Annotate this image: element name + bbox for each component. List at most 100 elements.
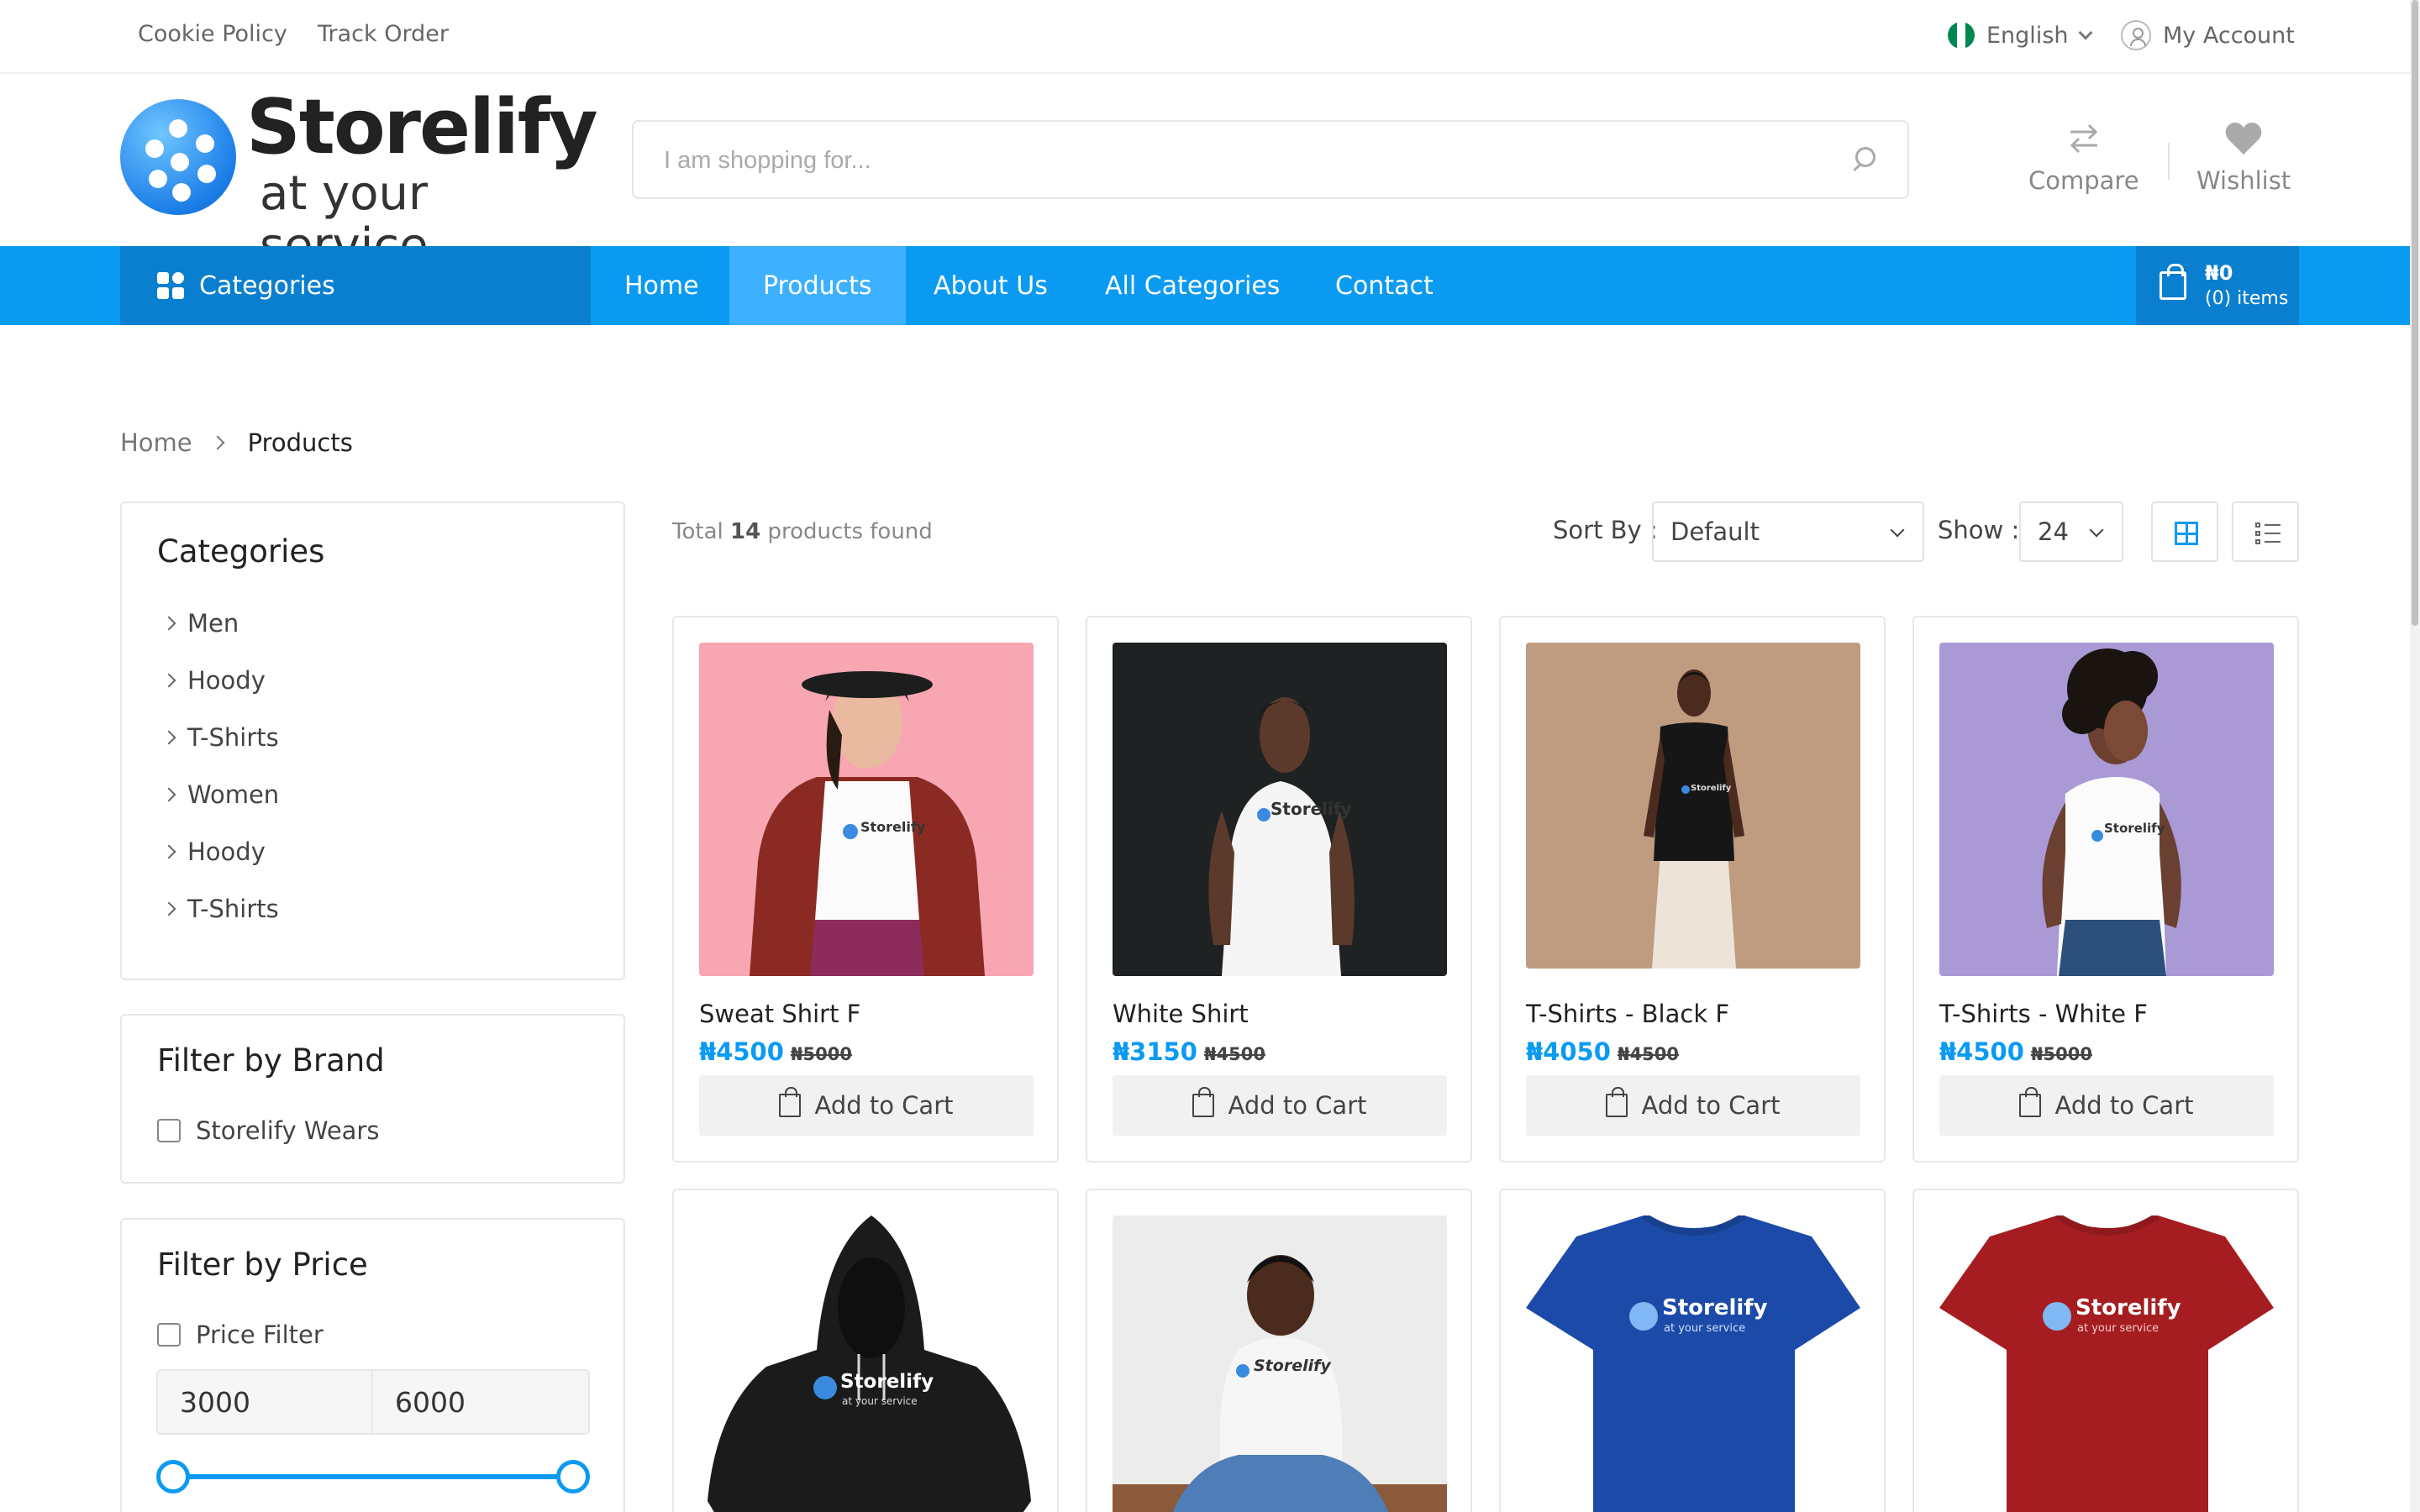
compare-button[interactable]: Compare <box>2028 118 2139 195</box>
categories-menu-label: Categories <box>199 270 335 301</box>
products-found-count: 14 <box>730 519 761 544</box>
product-image-brand: Storelify <box>1691 784 1732 793</box>
product-name[interactable]: T-Shirts - Black F <box>1526 1000 1729 1028</box>
product-image-brand: Storelify <box>840 1371 934 1393</box>
brand-label: Storelify Wears <box>196 1116 380 1145</box>
compare-label: Compare <box>2028 166 2139 195</box>
nav-contact[interactable]: Contact <box>1302 246 1467 325</box>
list-view-button[interactable] <box>2232 501 2299 562</box>
product-card[interactable]: Storelify White Shirt ₦3150 ₦4500 Add to … <box>1086 616 1472 1163</box>
brand-checkbox[interactable] <box>157 1119 181 1142</box>
nigeria-flag-icon <box>1948 22 1975 49</box>
product-image[interactable]: Storelify <box>1113 1215 1447 1512</box>
product-old-price: ₦5000 <box>2030 1044 2092 1064</box>
product-image[interactable]: Storelify <box>1526 643 1860 969</box>
price-min-input[interactable]: 3000 <box>156 1369 373 1435</box>
shopping-bag-icon <box>779 1087 802 1117</box>
logo-title: Storelify <box>246 83 598 171</box>
list-view-icon <box>2255 522 2281 544</box>
show-count-select[interactable]: 24 <box>2019 501 2123 562</box>
wishlist-label: Wishlist <box>2196 166 2291 195</box>
product-card[interactable]: Storelify T-Shirts - White F ₦4500 ₦5000 … <box>1912 616 2299 1163</box>
product-old-price: ₦4500 <box>1617 1044 1679 1064</box>
product-image[interactable]: Storelify at your service <box>1939 1215 2274 1512</box>
product-image-brand: Storelify <box>2075 1295 2181 1320</box>
product-card[interactable]: Storelify at your service <box>1912 1189 2299 1512</box>
cookie-policy-link[interactable]: Cookie Policy <box>138 21 287 47</box>
product-image[interactable]: Storelify <box>699 643 1034 976</box>
price-slider-track[interactable] <box>172 1474 574 1479</box>
category-item-t-shirts[interactable]: T-Shirts <box>164 723 279 752</box>
chevron-right-icon <box>210 435 225 450</box>
scrollbar-thumb[interactable] <box>2412 0 2418 626</box>
add-to-cart-button[interactable]: Add to Cart <box>1526 1075 1860 1136</box>
add-to-cart-button[interactable]: Add to Cart <box>1113 1075 1447 1136</box>
grid-view-icon <box>2175 522 2198 545</box>
price-filter-label: Price Filter <box>196 1320 324 1349</box>
product-image-tagline: at your service <box>842 1395 918 1407</box>
product-image[interactable]: Storelify at your service <box>1526 1215 1860 1512</box>
cart-total: ₦0 <box>2205 261 2233 285</box>
header-divider <box>2168 143 2170 180</box>
language-selector[interactable]: English <box>1948 18 2092 52</box>
page-scrollbar[interactable] <box>2410 0 2420 1512</box>
category-item-hoody-women[interactable]: Hoody <box>164 837 266 866</box>
nav-about-us[interactable]: About Us <box>900 246 1081 325</box>
product-name[interactable]: Sweat Shirt F <box>699 1000 860 1028</box>
price-slider-max-handle[interactable] <box>556 1460 590 1494</box>
heart-icon <box>2196 118 2291 160</box>
product-price: ₦4500 ₦5000 <box>699 1037 852 1066</box>
product-card[interactable]: Storelify at your service <box>1499 1189 1886 1512</box>
product-image-brand: Storelify <box>860 819 926 835</box>
product-name[interactable]: White Shirt <box>1113 1000 1249 1028</box>
product-card[interactable]: Storelify Sweat Shirt F ₦4500 ₦5000 Add t… <box>672 616 1059 1163</box>
price-filter-title: Filter by Price <box>157 1247 368 1283</box>
price-slider-min-handle[interactable] <box>156 1460 190 1494</box>
nav-products[interactable]: Products <box>729 246 906 325</box>
my-account-link[interactable]: My Account <box>2121 18 2295 52</box>
category-item-women[interactable]: Women <box>164 780 279 809</box>
product-card[interactable]: Storelify T-Shirts - Black F ₦4050 ₦4500 … <box>1499 616 1886 1163</box>
product-card[interactable]: Storelify at your service <box>672 1189 1059 1512</box>
show-label: Show : <box>1938 516 2020 544</box>
nav-all-categories[interactable]: All Categories <box>1071 246 1313 325</box>
cart-button[interactable]: ₦0 (0) items <box>2136 246 2299 325</box>
wishlist-button[interactable]: Wishlist <box>2196 118 2291 195</box>
brand-filter-option[interactable]: Storelify Wears <box>157 1116 379 1145</box>
categories-panel: Categories Men Hoody T-Shirts Women Hood… <box>120 501 625 980</box>
category-item-t-shirts-women[interactable]: T-Shirts <box>164 895 279 923</box>
product-card[interactable]: Storelify <box>1086 1189 1472 1512</box>
site-logo[interactable]: Storelify at your service <box>120 86 599 271</box>
category-item-hoody[interactable]: Hoody <box>164 666 266 695</box>
category-item-men[interactable]: Men <box>164 609 239 638</box>
product-image-tagline: at your service <box>1664 1322 1745 1335</box>
top-bar: Cookie Policy Track Order English My Acc… <box>0 0 2420 74</box>
search-input[interactable] <box>664 139 1823 182</box>
shopping-bag-icon <box>2160 264 2186 300</box>
sort-by-select[interactable]: Default <box>1652 501 1924 562</box>
add-to-cart-button[interactable]: Add to Cart <box>1939 1075 2274 1136</box>
breadcrumb-home[interactable]: Home <box>120 428 192 457</box>
chevron-down-icon <box>1890 522 1905 538</box>
product-old-price: ₦5000 <box>790 1044 852 1064</box>
nav-home[interactable]: Home <box>591 246 733 325</box>
price-filter-checkbox[interactable] <box>157 1323 181 1347</box>
categories-menu-button[interactable]: Categories <box>120 246 591 325</box>
track-order-link[interactable]: Track Order <box>318 21 449 47</box>
user-icon <box>2121 20 2151 50</box>
add-to-cart-button[interactable]: Add to Cart <box>699 1075 1034 1136</box>
chevron-down-icon <box>2089 522 2104 538</box>
product-image[interactable]: Storelify <box>1939 643 2274 976</box>
cart-item-count: (0) items <box>2205 288 2289 309</box>
price-filter-toggle[interactable]: Price Filter <box>157 1320 324 1349</box>
search-icon[interactable] <box>1855 147 1876 167</box>
shopping-bag-icon <box>1192 1087 1215 1117</box>
price-max-input[interactable]: 6000 <box>371 1369 590 1435</box>
shopping-bag-icon <box>2019 1087 2042 1117</box>
grid-view-button[interactable] <box>2151 501 2218 562</box>
product-price: ₦4500 ₦5000 <box>1939 1037 2092 1066</box>
product-image[interactable]: Storelify <box>1113 643 1447 976</box>
my-account-label: My Account <box>2163 22 2295 49</box>
product-image[interactable]: Storelify at your service <box>699 1215 1034 1512</box>
product-name[interactable]: T-Shirts - White F <box>1939 1000 2148 1028</box>
